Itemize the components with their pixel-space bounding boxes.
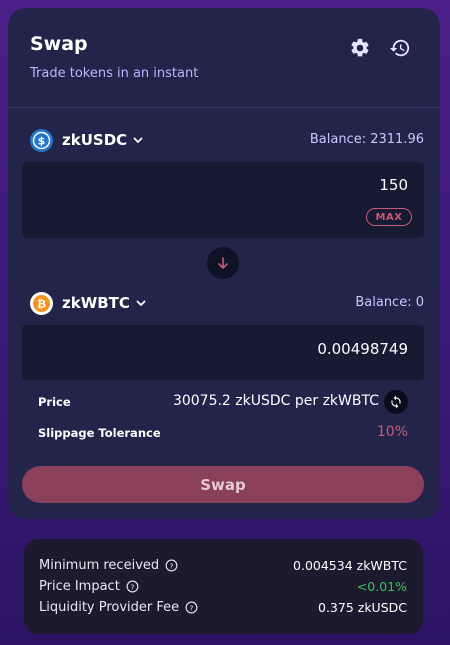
refresh-price-button[interactable] [384,390,408,414]
question-circle-icon[interactable]: ? [185,601,198,614]
svg-text:?: ? [170,561,174,570]
from-token-selector[interactable]: $ zkUSDC [30,128,144,152]
summary-value: 0.004534 zkWBTC [293,557,407,573]
gear-icon[interactable] [349,37,371,59]
to-token-name: zkWBTC [62,294,130,312]
to-amount-input[interactable]: 0.00498749 [317,340,408,358]
swap-summary: Minimum received ? 0.004534 zkWBTC Price… [24,539,423,634]
from-balance: Balance: 2311.96 [309,132,424,147]
header-divider [8,107,440,108]
to-balance: Balance: 0 [355,295,424,310]
wbtc-icon: ₿ [30,291,53,315]
summary-row-lp-fee: Liquidity Provider Fee ? 0.375 zkUSDC [39,598,407,616]
header: Swap [30,33,88,55]
slippage-value[interactable]: 10% [377,424,408,440]
usdc-icon: $ [30,128,53,152]
switch-direction-button[interactable] [207,247,239,279]
max-button[interactable]: MAX [366,208,412,226]
question-circle-icon[interactable]: ? [165,559,178,572]
arrow-down-icon [218,257,228,269]
summary-label: Liquidity Provider Fee [39,599,180,615]
svg-text:?: ? [130,582,134,591]
page-title: Swap [30,33,88,55]
refresh-icon [391,395,401,409]
summary-label: Minimum received [39,557,160,573]
chevron-down-icon [136,300,146,306]
swap-button[interactable]: Swap [22,466,424,503]
summary-row-minimum-received: Minimum received ? 0.004534 zkWBTC [39,556,407,574]
price-value: 30075.2 zkUSDC per zkWBTC [172,393,379,409]
from-token-name: zkUSDC [62,131,128,149]
from-amount-input[interactable]: 150 [379,176,408,194]
question-circle-icon[interactable]: ? [126,580,139,593]
chevron-down-icon [133,137,143,143]
page-subtitle: Trade tokens in an instant [30,66,199,81]
summary-value: 0.375 zkUSDC [318,599,407,615]
from-amount-box: 150 MAX [22,162,424,238]
summary-value: <0.01% [356,578,407,594]
svg-text:?: ? [190,603,194,612]
svg-text:$: $ [38,134,46,147]
swap-card: Swap Trade tokens in an instant $ zkUSDC… [8,8,440,519]
history-icon[interactable] [389,37,411,59]
summary-label: Price Impact [39,578,120,594]
price-label: Price [38,395,71,409]
to-token-selector[interactable]: ₿ zkWBTC [30,291,147,315]
to-amount-box: 0.00498749 [22,325,424,380]
svg-text:₿: ₿ [37,297,46,310]
summary-row-price-impact: Price Impact ? <0.01% [39,577,407,595]
slippage-label: Slippage Tolerance [38,426,161,440]
